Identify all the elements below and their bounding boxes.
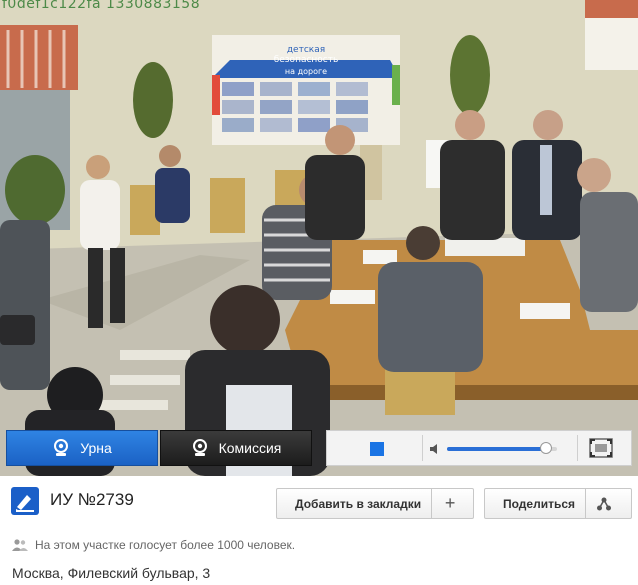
voters-text: На этом участке голосует более 1000 чело… <box>35 538 296 552</box>
fullscreen-icon[interactable] <box>589 438 613 458</box>
station-title: ИУ №2739 <box>50 490 134 509</box>
camera-urna-label: Урна <box>80 440 112 456</box>
people-icon <box>12 539 28 551</box>
divider <box>577 435 578 461</box>
share-icon[interactable] <box>585 489 622 518</box>
poster-line2: безопасность <box>274 55 339 65</box>
voters-info: На этом участке голосует более 1000 чело… <box>12 538 295 552</box>
volume-icon[interactable] <box>429 442 443 456</box>
playback-controls <box>326 430 632 466</box>
poster-line3: на дороге <box>285 67 327 76</box>
camera-urna-button[interactable]: Урна <box>6 430 158 466</box>
volume-slider[interactable] <box>447 442 557 454</box>
volume-fill <box>447 447 546 451</box>
volume-handle[interactable] <box>540 442 552 454</box>
webcam-icon <box>191 439 209 457</box>
divider <box>422 435 423 461</box>
camera-komissiya-label: Комиссия <box>218 440 282 456</box>
share-label: Поделиться <box>503 496 576 511</box>
stream-id-overlay: f0def1c122fa 1330883158 <box>2 0 201 12</box>
video-player[interactable]: детская безопасность на дороге f0def1c12… <box>0 0 638 476</box>
poster-line1: детская <box>287 45 325 55</box>
station-address: Москва, Филевский бульвар, 3 <box>12 565 211 581</box>
add-bookmark-button[interactable]: Добавить в закладки + <box>276 488 474 519</box>
plus-icon[interactable]: + <box>431 489 468 518</box>
stop-button[interactable] <box>370 442 384 456</box>
share-button[interactable]: Поделиться <box>484 488 632 519</box>
webcam-icon <box>52 439 70 457</box>
camera-komissiya-button[interactable]: Комиссия <box>160 430 312 466</box>
add-bookmark-label: Добавить в закладки <box>295 496 422 511</box>
ballot-logo-icon <box>11 487 39 515</box>
video-frame: детская безопасность на дороге <box>0 0 638 476</box>
